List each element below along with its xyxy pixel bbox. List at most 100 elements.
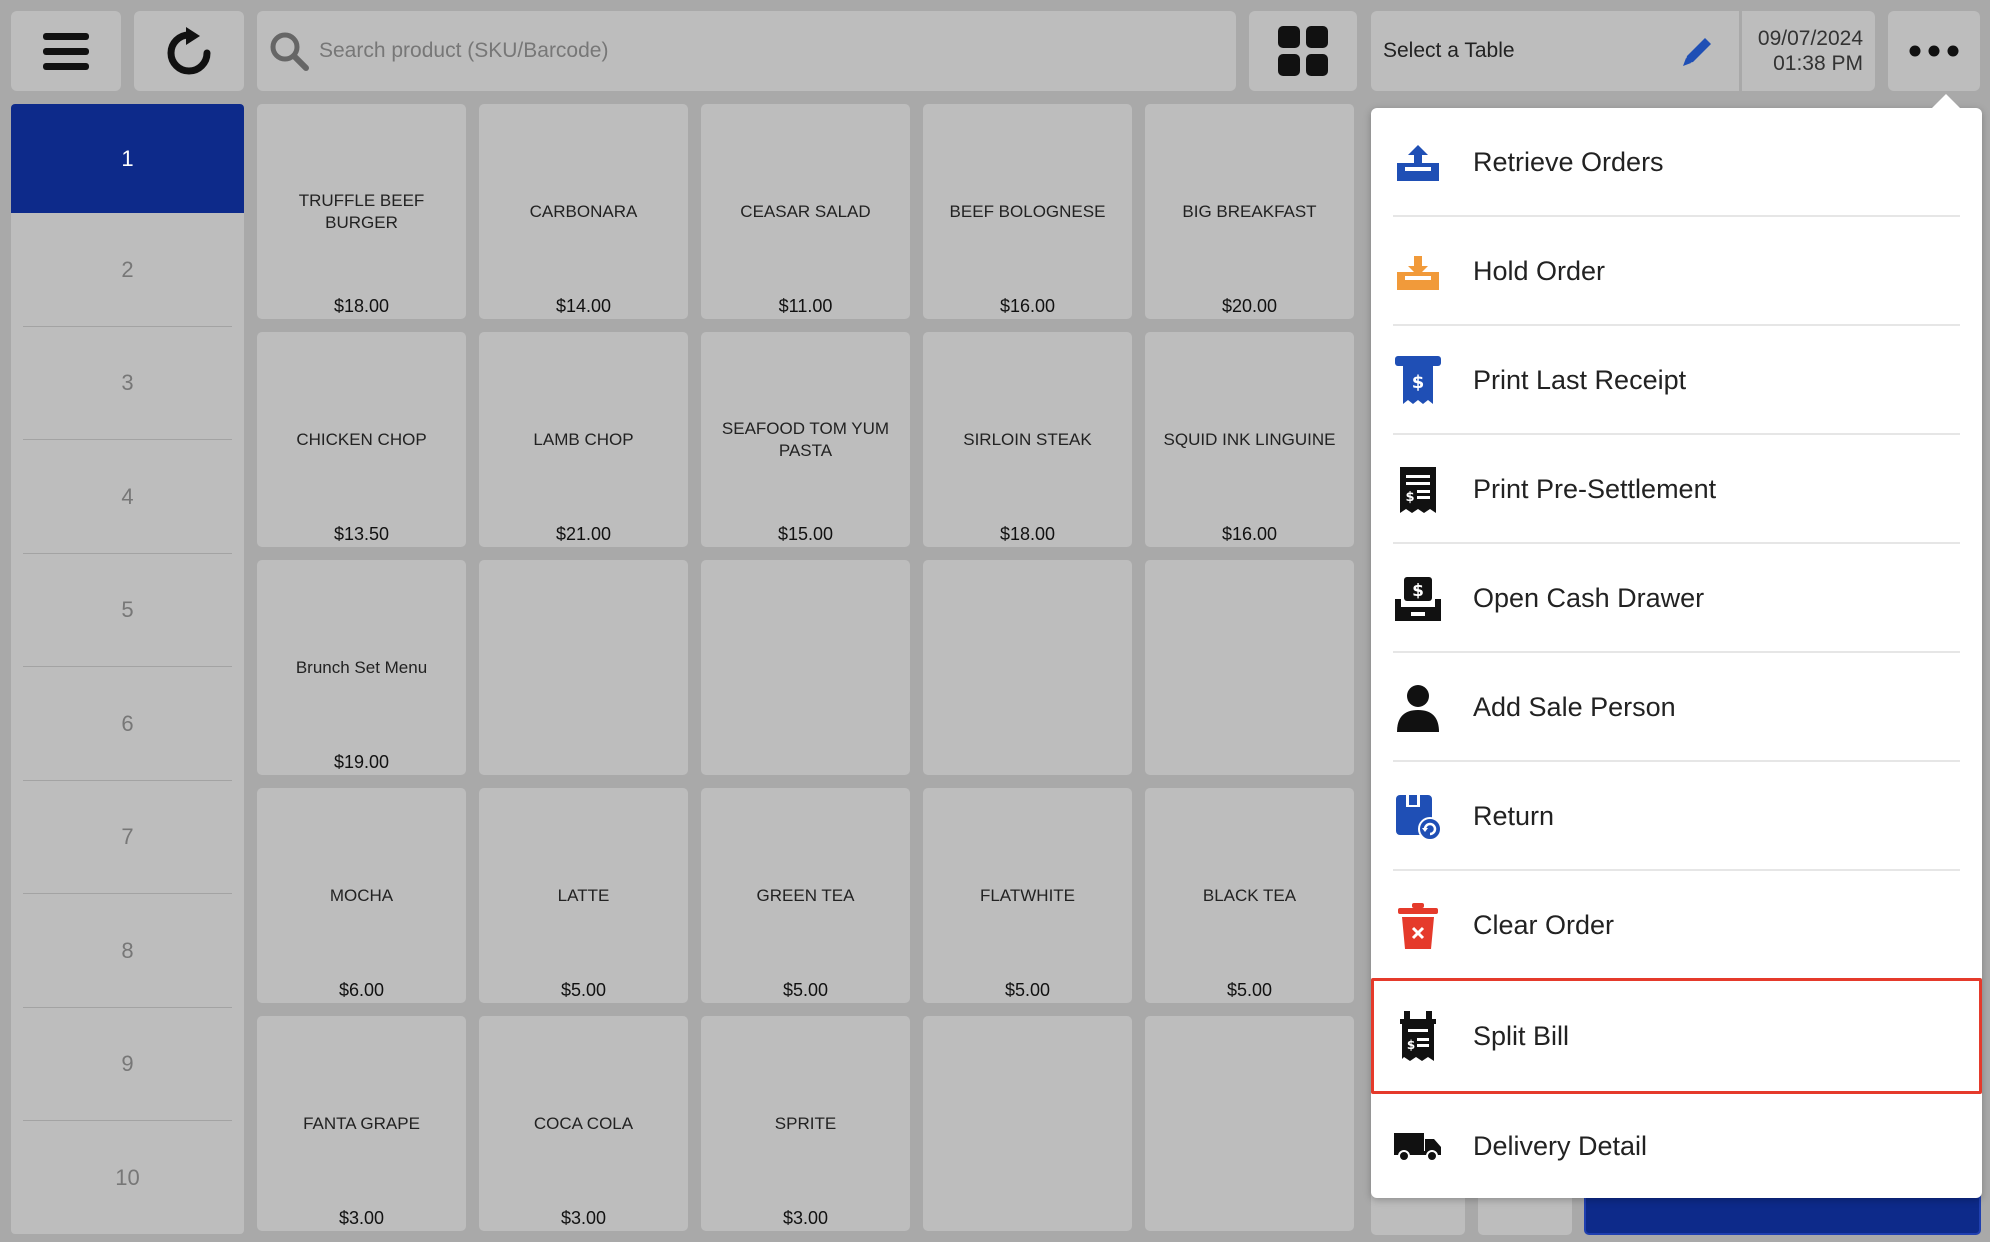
search-bar[interactable]: Search product (SKU/Barcode): [257, 11, 1236, 91]
product-name: SQUID INK LINGUINE: [1163, 429, 1336, 449]
svg-text:$: $: [1412, 581, 1424, 601]
category-item[interactable]: 6: [11, 667, 244, 781]
refresh-icon: [167, 27, 211, 75]
refresh-button[interactable]: [134, 11, 244, 91]
product-price: $15.00: [777, 524, 834, 544]
category-item[interactable]: 2: [11, 213, 244, 327]
product-name: BIG BREAKFAST: [1182, 201, 1317, 221]
product-tile[interactable]: COCA COLA $3.00: [479, 1016, 688, 1231]
product-price: $5.00: [1004, 980, 1051, 1000]
svg-text:$: $: [1412, 372, 1425, 393]
product-price: $3.00: [338, 1208, 385, 1228]
menu-item-label: Open Cash Drawer: [1473, 583, 1705, 613]
pencil-icon[interactable]: [1681, 34, 1715, 68]
product-tile[interactable]: BEEF BOLOGNESE $16.00: [923, 104, 1132, 319]
menu-item-split-bill[interactable]: $ Split Bill: [1371, 978, 1982, 1094]
menu-item-add-sale-person[interactable]: Add Sale Person: [1371, 653, 1982, 762]
trash-icon: [1393, 901, 1443, 951]
product-name: Brunch Set Menu: [295, 657, 428, 677]
category-item[interactable]: 3: [11, 327, 244, 441]
product-price: $19.00: [333, 752, 390, 772]
empty-product-tile[interactable]: [701, 560, 910, 775]
menu-item-label: Print Last Receipt: [1473, 365, 1687, 395]
menu-item-label: Retrieve Orders: [1473, 147, 1664, 177]
more-options-dropdown: Retrieve Orders Hold Order $ Print Last …: [1371, 94, 1982, 1201]
product-price: $5.00: [1226, 980, 1273, 1000]
return-bag-icon: [1393, 792, 1443, 842]
empty-product-tile[interactable]: [479, 560, 688, 775]
search-icon: [270, 32, 309, 71]
menu-item-retrieve-orders[interactable]: Retrieve Orders: [1371, 108, 1982, 217]
download-tray-icon: [1393, 247, 1443, 297]
product-tile[interactable]: BLACK TEA $5.00: [1145, 788, 1354, 1003]
product-name: BEEF BOLOGNESE: [949, 201, 1106, 221]
menu-item-print-pre-settlement[interactable]: $ Print Pre-Settlement: [1371, 435, 1982, 544]
product-tile[interactable]: CARBONARA $14.00: [479, 104, 688, 319]
category-item[interactable]: 7: [11, 781, 244, 895]
category-item[interactable]: 1: [11, 104, 244, 213]
table-selector[interactable]: Select a Table: [1371, 11, 1739, 91]
more-options-button[interactable]: [1888, 11, 1980, 91]
category-item[interactable]: 10: [11, 1121, 244, 1235]
menu-item-open-cash-drawer[interactable]: $ Open Cash Drawer: [1371, 544, 1982, 653]
product-tile[interactable]: Brunch Set Menu $19.00: [257, 560, 466, 775]
menu-item-print-last-receipt[interactable]: $ Print Last Receipt: [1371, 326, 1982, 435]
hamburger-menu-button[interactable]: [11, 11, 121, 91]
menu-item-hold-order[interactable]: Hold Order: [1371, 217, 1982, 326]
empty-product-tile[interactable]: [1145, 560, 1354, 775]
product-tile[interactable]: LAMB CHOP $21.00: [479, 332, 688, 547]
category-item[interactable]: 8: [11, 894, 244, 1008]
menu-item-label: Return: [1473, 801, 1555, 831]
svg-text:$: $: [1407, 1038, 1415, 1052]
product-tile[interactable]: TRUFFLE BEEF BURGER $18.00: [257, 104, 466, 319]
product-tile[interactable]: CHICKEN CHOP $13.50: [257, 332, 466, 547]
product-tile[interactable]: GREEN TEA $5.00: [701, 788, 910, 1003]
product-price: $3.00: [560, 1208, 607, 1228]
product-price: $3.00: [782, 1208, 829, 1228]
menu-item-label: Clear Order: [1473, 910, 1615, 940]
product-name: FANTA GRAPE: [303, 1113, 420, 1133]
grid-view-button[interactable]: [1249, 11, 1357, 91]
person-icon: [1393, 683, 1443, 733]
product-price: $16.00: [999, 296, 1056, 316]
menu-item-clear-order[interactable]: Clear Order: [1371, 871, 1982, 980]
product-tile[interactable]: SIRLOIN STEAK $18.00: [923, 332, 1132, 547]
empty-product-tile[interactable]: [1145, 1016, 1354, 1231]
search-input[interactable]: Search product (SKU/Barcode): [319, 39, 608, 63]
product-price: $20.00: [1221, 296, 1278, 316]
upload-tray-icon: [1393, 138, 1443, 188]
product-tile[interactable]: FANTA GRAPE $3.00: [257, 1016, 466, 1231]
hamburger-icon: [43, 33, 89, 70]
category-item[interactable]: 9: [11, 1008, 244, 1122]
product-tile[interactable]: BIG BREAKFAST $20.00: [1145, 104, 1354, 319]
product-name: GREEN TEA: [756, 885, 855, 905]
product-tile[interactable]: FLATWHITE $5.00: [923, 788, 1132, 1003]
empty-product-tile[interactable]: [923, 560, 1132, 775]
empty-product-tile[interactable]: [923, 1016, 1132, 1231]
product-name: LAMB CHOP: [533, 429, 634, 449]
product-tile[interactable]: LATTE $5.00: [479, 788, 688, 1003]
product-tile[interactable]: MOCHA $6.00: [257, 788, 466, 1003]
menu-item-label: Split Bill: [1473, 1020, 1570, 1051]
cash-drawer-icon: $: [1393, 574, 1443, 624]
product-name: CHICKEN CHOP: [296, 429, 427, 449]
category-item[interactable]: 5: [11, 554, 244, 668]
bill-list-icon: $: [1393, 465, 1443, 515]
svg-text:$: $: [1405, 490, 1414, 505]
menu-item-return[interactable]: Return: [1371, 762, 1982, 871]
product-name: CEASAR SALAD: [740, 201, 871, 221]
product-tile[interactable]: SEAFOOD TOM YUM PASTA $15.00: [701, 332, 910, 547]
product-price: $6.00: [338, 980, 385, 1000]
menu-item-label: Hold Order: [1473, 256, 1606, 286]
product-name: BLACK TEA: [1202, 885, 1297, 905]
receipt-dollar-icon: $: [1393, 355, 1443, 406]
product-tile[interactable]: SPRITE $3.00: [701, 1016, 910, 1231]
split-bill-icon: $: [1393, 1011, 1443, 1061]
product-price: $11.00: [778, 296, 833, 316]
product-tile[interactable]: CEASAR SALAD $11.00: [701, 104, 910, 319]
product-name: TRUFFLE BEEF BURGER: [298, 190, 425, 232]
menu-item-label: Add Sale Person: [1473, 692, 1676, 722]
category-item[interactable]: 4: [11, 440, 244, 554]
menu-item-delivery-detail[interactable]: Delivery Detail: [1371, 1092, 1982, 1201]
product-tile[interactable]: SQUID INK LINGUINE $16.00: [1145, 332, 1354, 547]
